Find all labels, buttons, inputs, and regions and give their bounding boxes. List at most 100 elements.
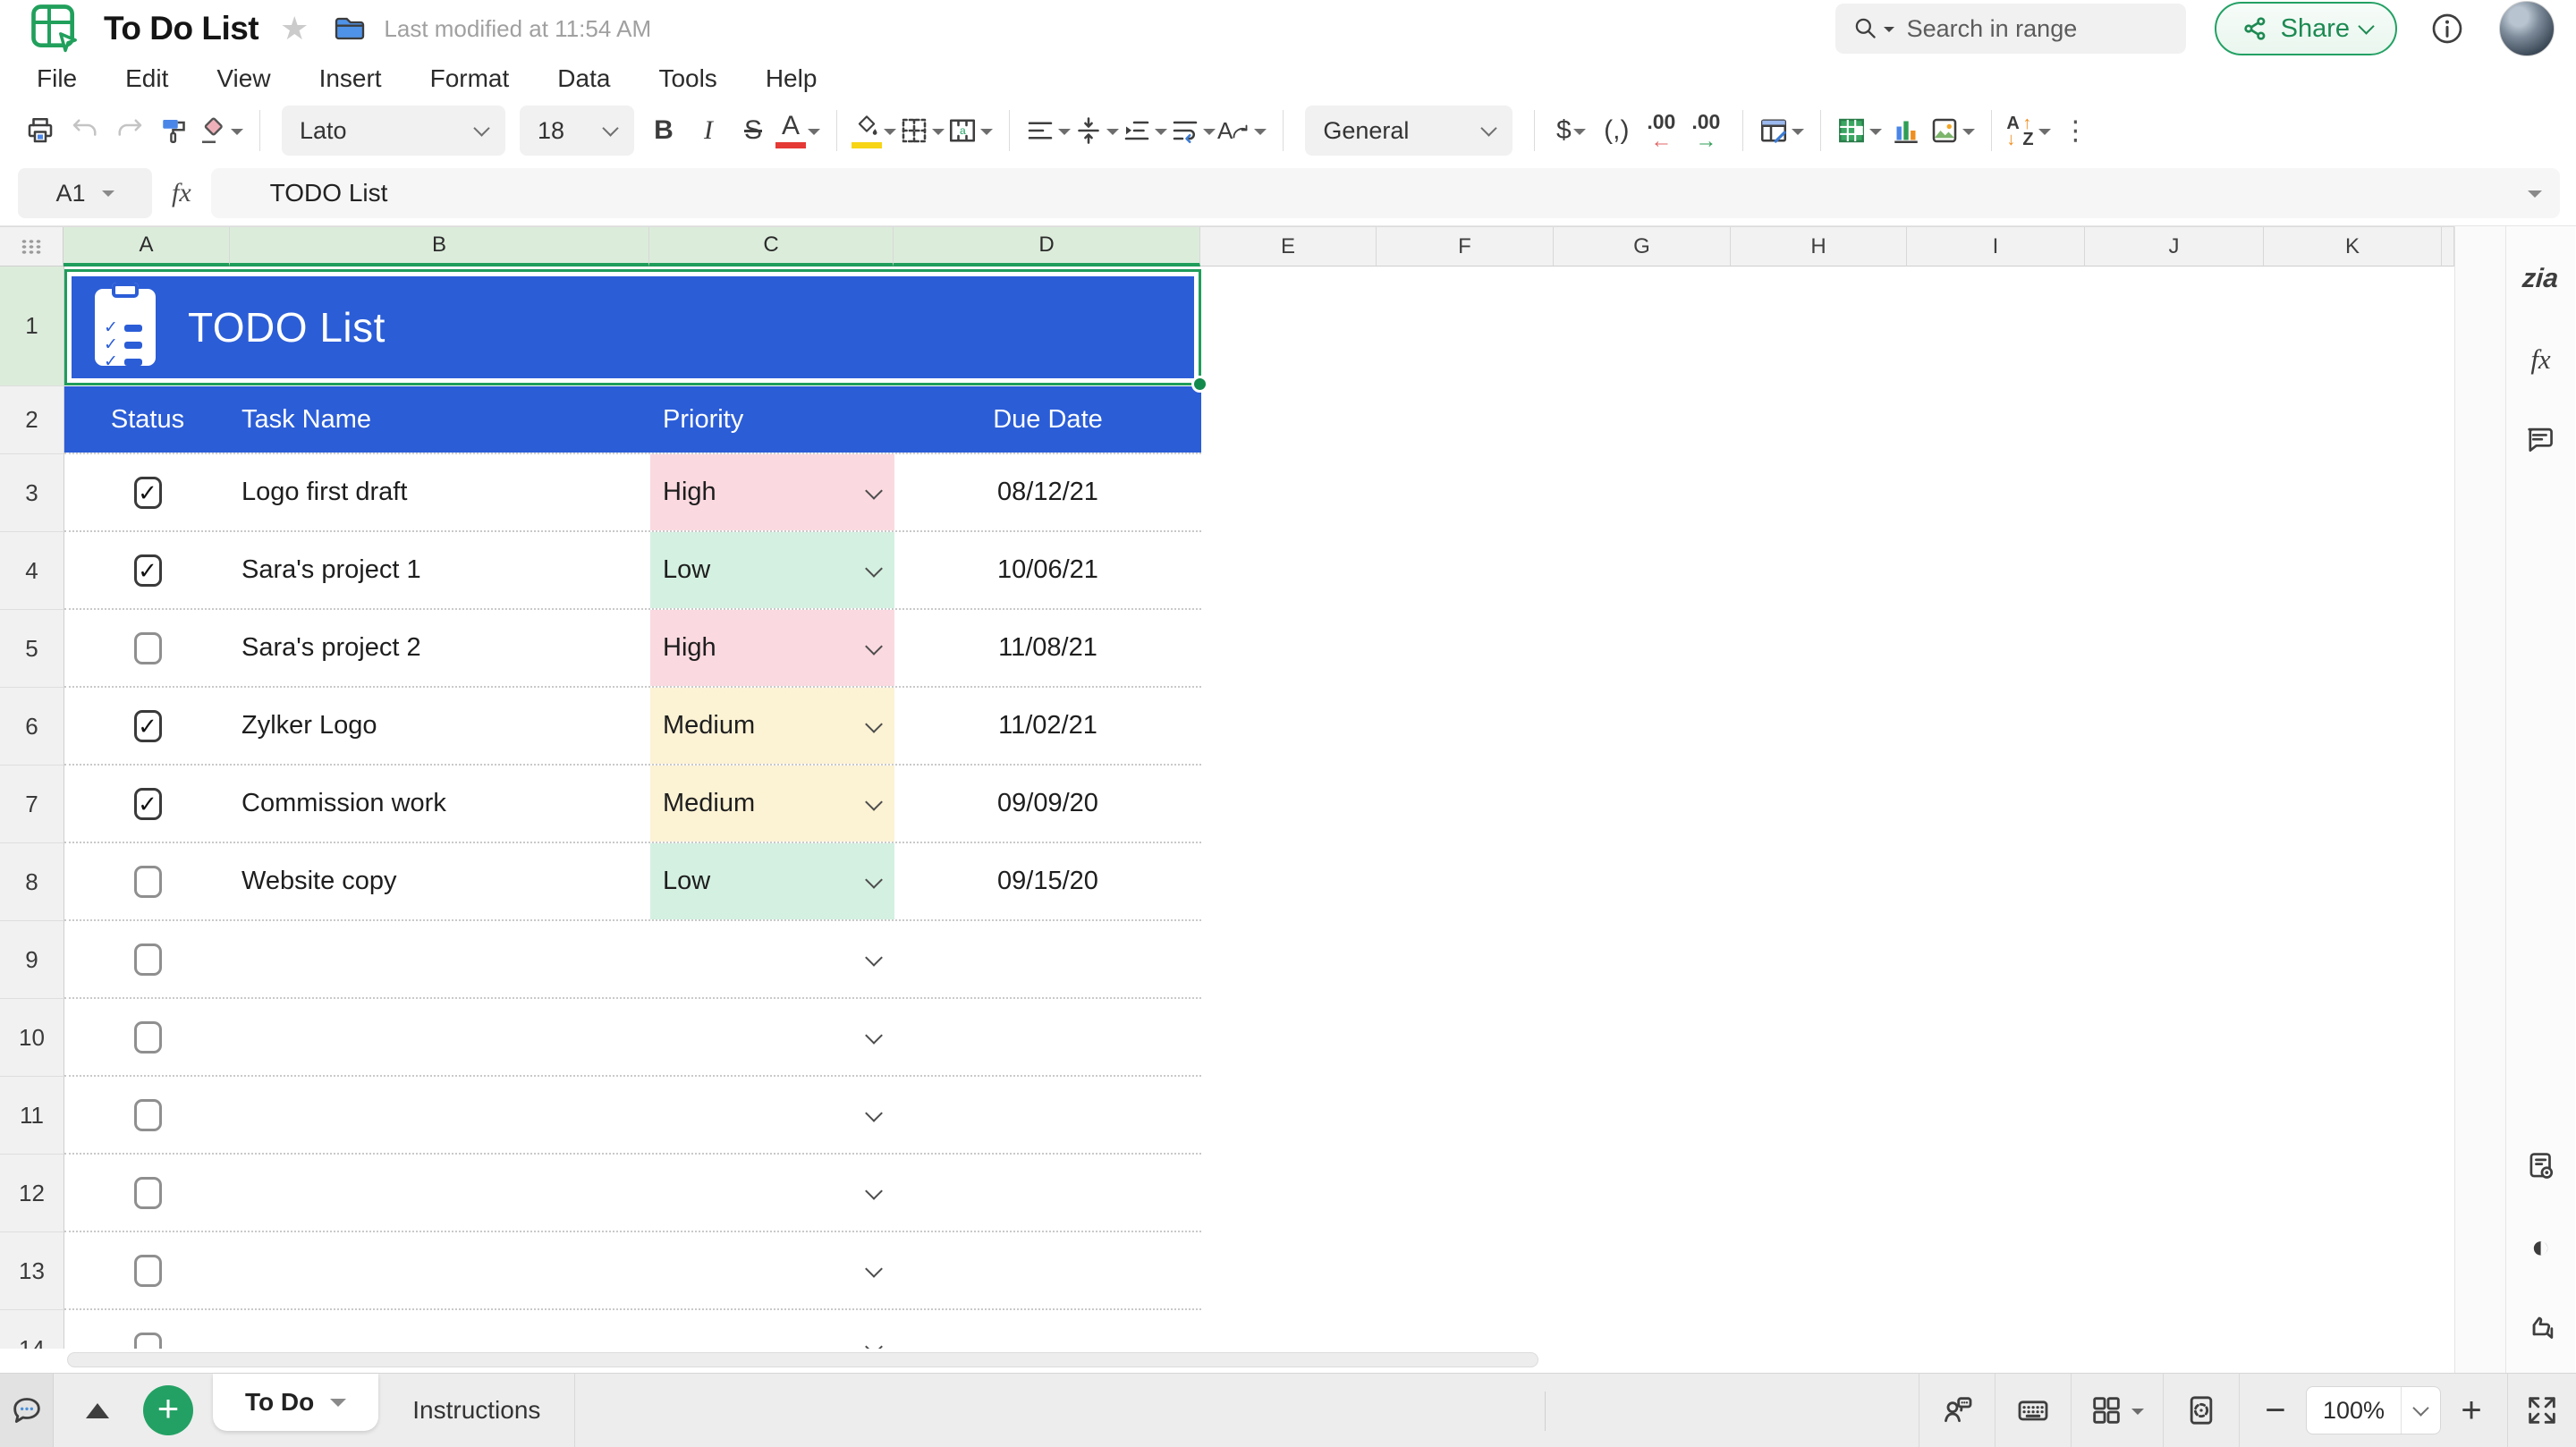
column-header-k[interactable]: K [2264,227,2442,267]
insert-chart-button[interactable] [1884,106,1928,156]
share-button[interactable]: Share [2215,2,2397,55]
row-number-7[interactable]: 7 [0,766,64,843]
view-mode-button[interactable] [2521,1146,2562,1187]
task-name-cell[interactable]: Logo first draft [231,454,650,530]
borders-button[interactable] [898,106,946,156]
decrease-decimal-button[interactable]: .00← [1639,106,1683,156]
menu-tools[interactable]: Tools [634,64,741,93]
bold-button[interactable]: B [641,106,686,156]
selected-cell-a1[interactable]: ✓ ✓ ✓ TODO List [64,269,1201,385]
menu-view[interactable]: View [192,64,294,93]
due-date-cell[interactable] [894,921,1201,997]
zoom-out-button[interactable]: − [2252,1392,2299,1428]
checkbox-unchecked-icon[interactable] [134,944,162,976]
column-header-a[interactable]: A [64,227,230,267]
vertical-align-caret-icon[interactable] [1106,129,1119,141]
document-title[interactable]: To Do List [104,10,258,47]
menu-file[interactable]: File [13,64,101,93]
row-number-8[interactable]: 8 [0,843,64,921]
checkbox-checked-icon[interactable] [134,477,162,509]
info-icon[interactable] [2429,11,2465,47]
indent-caret-icon[interactable] [1155,129,1167,141]
row-number-12[interactable]: 12 [0,1155,64,1232]
priority-dropdown-icon[interactable] [865,949,883,967]
header-priority[interactable]: Priority [650,386,894,453]
zia-assistant-button[interactable]: zia [2521,258,2562,300]
paint-format-button[interactable] [152,106,197,156]
search-box[interactable] [1835,4,2186,54]
status-cell[interactable] [64,532,231,608]
favorite-star-icon[interactable]: ★ [280,10,309,47]
status-cell[interactable] [64,610,231,686]
conditional-format-button[interactable] [1758,106,1806,156]
row-number-4[interactable]: 4 [0,532,64,610]
horizontal-align-button[interactable] [1024,106,1072,156]
due-date-cell[interactable] [894,999,1201,1075]
priority-dropdown-icon[interactable] [865,793,883,811]
column-header-c[interactable]: C [649,227,894,267]
row-number-5[interactable]: 5 [0,610,64,688]
task-name-cell[interactable] [231,921,650,997]
fx-label[interactable]: fx [172,178,191,208]
status-cell[interactable] [64,1232,231,1308]
name-box-caret-icon[interactable] [102,190,114,203]
search-options-caret-icon[interactable] [1884,27,1894,38]
fullscreen-button[interactable] [2508,1374,2576,1447]
font-color-caret-icon[interactable] [808,129,820,141]
column-header-e[interactable]: E [1200,227,1377,267]
task-name-cell[interactable]: Sara's project 2 [231,610,650,686]
currency-caret-icon[interactable] [1573,129,1586,141]
fill-color-caret-icon[interactable] [884,129,896,141]
priority-cell[interactable] [650,1155,894,1231]
menu-insert[interactable]: Insert [295,64,406,93]
freeze-panes-button[interactable] [2072,1374,2163,1447]
priority-dropdown-icon[interactable] [865,1182,883,1200]
menu-help[interactable]: Help [741,64,842,93]
fill-color-button[interactable] [852,106,898,156]
due-date-cell[interactable] [894,1232,1201,1308]
priority-cell[interactable] [650,1077,894,1153]
task-name-cell[interactable]: Zylker Logo [231,688,650,764]
horizontal-align-caret-icon[interactable] [1058,129,1071,141]
tab-options-caret-icon[interactable] [330,1399,346,1415]
conditional-format-caret-icon[interactable] [1792,129,1804,141]
column-header-b[interactable]: B [230,227,649,267]
text-wrap-button[interactable] [1169,106,1217,156]
priority-cell[interactable]: Low [650,843,894,919]
collaborators-button[interactable] [1919,1374,1995,1447]
column-header-d[interactable]: D [894,227,1200,267]
status-cell[interactable] [64,1077,231,1153]
formula-input[interactable]: TODO List [211,168,2560,218]
checkbox-checked-icon[interactable] [134,554,162,587]
zoom-level-select[interactable]: 100% [2306,1386,2441,1434]
due-date-cell[interactable]: 09/15/20 [894,843,1201,919]
priority-cell[interactable]: Low [650,532,894,608]
menu-edit[interactable]: Edit [101,64,192,93]
priority-dropdown-icon[interactable] [865,1338,883,1349]
task-name-cell[interactable] [231,1232,650,1308]
priority-cell[interactable] [650,1232,894,1308]
search-input[interactable] [1907,15,2157,43]
selection-pane-button[interactable] [2164,1374,2239,1447]
task-name-cell[interactable]: Sara's project 1 [231,532,650,608]
clear-format-caret-icon[interactable] [231,129,243,141]
priority-cell[interactable]: Medium [650,688,894,764]
menu-data[interactable]: Data [533,64,634,93]
column-header-h[interactable]: H [1731,227,1907,267]
sheet-tab-todo[interactable]: To Do [213,1374,378,1431]
add-sheet-button[interactable]: + [143,1385,193,1435]
row-number-11[interactable]: 11 [0,1077,64,1155]
status-cell[interactable] [64,1155,231,1231]
merge-caret-icon[interactable] [980,129,993,141]
status-cell[interactable] [64,1310,231,1349]
status-cell[interactable] [64,921,231,997]
comments-button[interactable] [2521,419,2562,461]
row-number-2[interactable]: 2 [0,386,64,454]
font-color-button[interactable]: A [775,106,822,156]
task-name-cell[interactable] [231,1077,650,1153]
priority-dropdown-icon[interactable] [865,560,883,578]
row-number-9[interactable]: 9 [0,921,64,999]
zoom-in-button[interactable]: + [2448,1392,2495,1428]
status-cell[interactable] [64,843,231,919]
priority-cell[interactable]: Medium [650,766,894,842]
